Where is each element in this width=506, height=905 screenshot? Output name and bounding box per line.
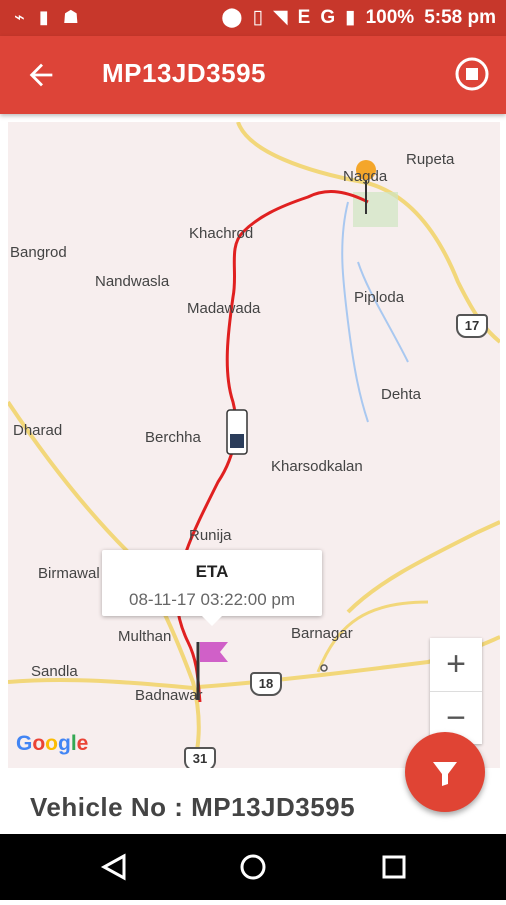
- status-bar: ⌁ ▮ ☗ ⬤ ▯ ◥ E G ▮ 100% 5:58 pm: [0, 0, 506, 36]
- map-view[interactable]: Rupeta Nagda Khachrod Bangrod Nandwasla …: [8, 122, 500, 768]
- place-label: Piploda: [354, 289, 405, 306]
- back-arrow-icon[interactable]: [24, 58, 58, 92]
- clock: 5:58 pm: [424, 6, 496, 28]
- filter-button[interactable]: [405, 732, 485, 812]
- wifi-icon: ◥: [273, 7, 288, 28]
- place-label: Multhan: [118, 628, 172, 645]
- place-label: Madawada: [187, 300, 261, 317]
- place-label: Barnagar: [291, 625, 353, 642]
- vibrate-icon: ▯: [252, 7, 264, 28]
- highway-shield: 31: [184, 747, 216, 768]
- eta-popup[interactable]: ETA 08-11-17 03:22:00 pm: [102, 550, 322, 626]
- notification-icons: ⌁ ▮ ☗: [14, 7, 79, 28]
- nav-home-icon[interactable]: [240, 854, 266, 880]
- filter-icon: [433, 762, 457, 786]
- place-label: Birmawal: [38, 565, 100, 582]
- place-label: Kharsodkalan: [271, 458, 363, 475]
- battery-icon: ▮: [345, 7, 356, 28]
- place-label: Rupeta: [406, 151, 455, 168]
- eta-time: 08-11-17 03:22:00 pm: [128, 590, 296, 609]
- place-label: Berchha: [145, 429, 201, 446]
- highway-shield: 18: [250, 672, 282, 696]
- place-label: Khachrod: [189, 225, 254, 242]
- place-label: Nagda: [343, 168, 388, 185]
- usb-icon: ⌁: [14, 7, 25, 27]
- google-logo: Google: [16, 732, 89, 755]
- location-icon: ⬤: [221, 7, 243, 28]
- status-right: ⬤ ▯ ◥ E G ▮ 100% 5:58 pm: [221, 6, 496, 29]
- highway-shield: 17: [456, 314, 488, 338]
- place-label: Bangrod: [10, 244, 67, 261]
- zoom-in-button[interactable]: +: [430, 638, 482, 692]
- place-label: Dharad: [13, 422, 63, 439]
- vehicle-number: Vehicle No : MP13JD3595: [30, 792, 356, 822]
- place-label: Sandla: [31, 663, 78, 680]
- network-type-g: G: [320, 6, 336, 28]
- nav-recents-icon[interactable]: [382, 855, 406, 879]
- nav-back-icon[interactable]: [100, 853, 126, 881]
- place-label: Dehta: [381, 386, 422, 403]
- sd-card-icon: ▮: [38, 7, 49, 27]
- place-label: Badnawar: [135, 687, 203, 704]
- battery-percent: 100%: [365, 6, 415, 28]
- page-title: MP13JD3595: [102, 58, 266, 88]
- nav-buttons: [100, 853, 406, 881]
- place-label: Nandwasla: [95, 273, 170, 290]
- eta-title: ETA: [195, 562, 229, 581]
- app-bar: MP13JD3595: [0, 36, 506, 114]
- android-icon: ☗: [62, 7, 79, 27]
- zoom-controls: + −: [430, 638, 482, 744]
- stop-icon[interactable]: [454, 56, 490, 92]
- navigation-bar: [0, 834, 506, 900]
- network-type-e: E: [297, 6, 311, 28]
- place-label: Runija: [189, 527, 232, 544]
